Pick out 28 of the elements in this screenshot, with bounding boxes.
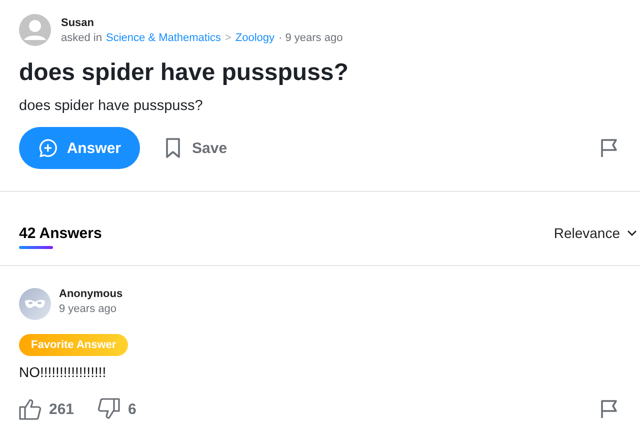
upvote-button[interactable]: 261 [19, 398, 74, 420]
add-comment-icon [38, 137, 58, 159]
asked-label: asked in [61, 32, 102, 44]
flag-button[interactable] [600, 138, 618, 158]
author-name: Susan [61, 16, 96, 28]
answer-button[interactable]: Answer [19, 127, 140, 169]
chevron-down-icon [627, 230, 637, 236]
thumbs-up-icon [19, 398, 41, 420]
thumbs-down-icon [98, 398, 120, 420]
answers-count: 42 Answers [19, 225, 102, 242]
flag-button[interactable] [600, 399, 618, 419]
favorite-answer-badge: Favorite Answer [19, 334, 128, 356]
answer-text: NO!!!!!!!!!!!!!!!!! [19, 364, 108, 380]
author-name: Anonymous [59, 288, 123, 300]
save-button[interactable]: Save [166, 138, 228, 158]
bookmark-icon [166, 138, 180, 158]
tab-underline [19, 246, 53, 249]
breadcrumb-separator: > [224, 32, 232, 44]
anonymous-mask-icon [19, 288, 51, 320]
category-link[interactable]: Science & Mathematics [106, 32, 221, 44]
time-label: 9 years ago [59, 303, 118, 315]
avatar-icon [19, 14, 51, 46]
question-text: does spider have pusspuss? [18, 98, 204, 114]
subcategory-link[interactable]: Zoology [235, 32, 274, 44]
downvote-button[interactable]: 6 [98, 398, 136, 420]
question-title: does spider have pusspuss? [18, 59, 350, 87]
time-label: · 9 years ago [278, 32, 343, 44]
sort-dropdown[interactable]: Relevance [554, 225, 637, 241]
